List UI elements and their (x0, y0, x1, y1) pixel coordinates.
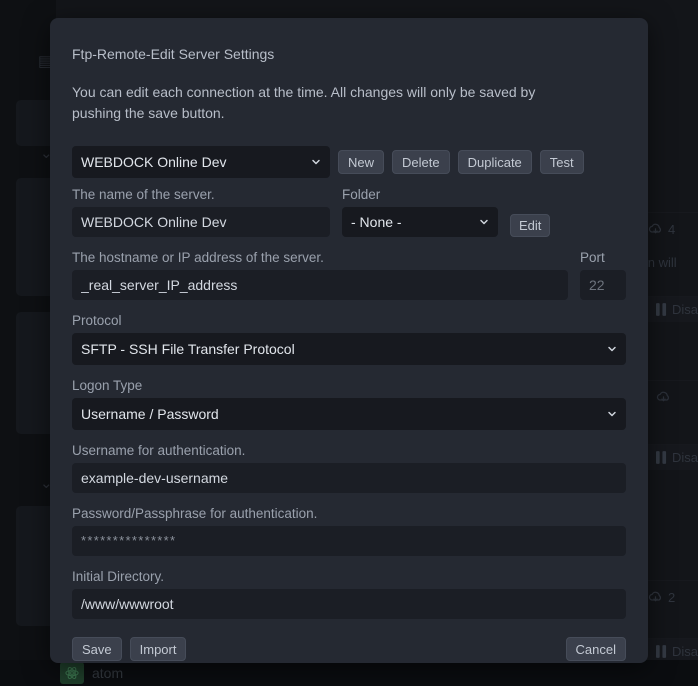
dialog-title: Ftp-Remote-Edit Server Settings (72, 46, 626, 62)
logon-type-select-value: Username / Password (81, 406, 219, 422)
taskbar-item-label: atom (92, 665, 123, 681)
folder-select[interactable]: - None - (342, 207, 498, 237)
folder-select-value: - None - (351, 214, 402, 230)
save-button[interactable]: Save (72, 637, 122, 661)
initial-directory-input[interactable] (72, 589, 626, 619)
connection-toolbar: WEBDOCK Online Dev New Delete Duplicate … (72, 146, 626, 178)
password-label: Password/Passphrase for authentication. (72, 506, 626, 521)
folder-edit-button[interactable]: Edit (510, 214, 550, 237)
pause-icon (656, 451, 667, 464)
folder-label: Folder (342, 187, 498, 202)
protocol-select[interactable]: SFTP - SSH File Transfer Protocol (72, 333, 626, 365)
cancel-button[interactable]: Cancel (566, 637, 626, 661)
new-button[interactable]: New (338, 150, 384, 174)
background-row-text: 2 (668, 590, 675, 605)
hostname-input[interactable] (72, 270, 568, 300)
import-button[interactable]: Import (130, 637, 187, 661)
background-sidebar: ▤ ⌄ ⌄ (0, 0, 56, 660)
pause-icon (656, 645, 667, 658)
logon-type-label: Logon Type (72, 378, 626, 393)
password-input[interactable] (72, 526, 626, 556)
chevron-down-icon (606, 408, 618, 420)
connection-select-value: WEBDOCK Online Dev (81, 154, 226, 170)
dialog-footer: Save Import Cancel (72, 637, 626, 661)
chevron-down-icon (606, 343, 618, 355)
pause-icon (656, 303, 667, 316)
background-row-text: Disa (672, 644, 698, 659)
port-input[interactable] (580, 270, 626, 300)
atom-icon (60, 662, 84, 684)
protocol-select-value: SFTP - SSH File Transfer Protocol (81, 341, 295, 357)
chevron-down-icon (478, 216, 490, 228)
dialog-description: You can edit each connection at the time… (72, 82, 542, 124)
test-button[interactable]: Test (540, 150, 584, 174)
connection-select[interactable]: WEBDOCK Online Dev (72, 146, 330, 178)
protocol-label: Protocol (72, 313, 626, 328)
server-settings-dialog: Ftp-Remote-Edit Server Settings You can … (50, 18, 648, 663)
server-name-input[interactable] (72, 207, 330, 237)
cloud-download-icon (656, 390, 671, 405)
taskbar-item-atom[interactable]: atom (60, 662, 123, 684)
cloud-download-icon (648, 590, 663, 605)
chevron-down-icon (310, 156, 322, 168)
hostname-label: The hostname or IP address of the server… (72, 250, 568, 265)
username-input[interactable] (72, 463, 626, 493)
duplicate-button[interactable]: Duplicate (458, 150, 532, 174)
background-row-text: Disa (672, 450, 698, 465)
background-row-text: 4 (668, 222, 675, 237)
initial-directory-label: Initial Directory. (72, 569, 626, 584)
delete-button[interactable]: Delete (392, 150, 450, 174)
cloud-download-icon (648, 222, 663, 237)
logon-type-select[interactable]: Username / Password (72, 398, 626, 430)
username-label: Username for authentication. (72, 443, 626, 458)
port-label: Port (580, 250, 626, 265)
background-row-text: Disa (672, 302, 698, 317)
taskbar: atom (0, 660, 698, 686)
server-name-label: The name of the server. (72, 187, 330, 202)
